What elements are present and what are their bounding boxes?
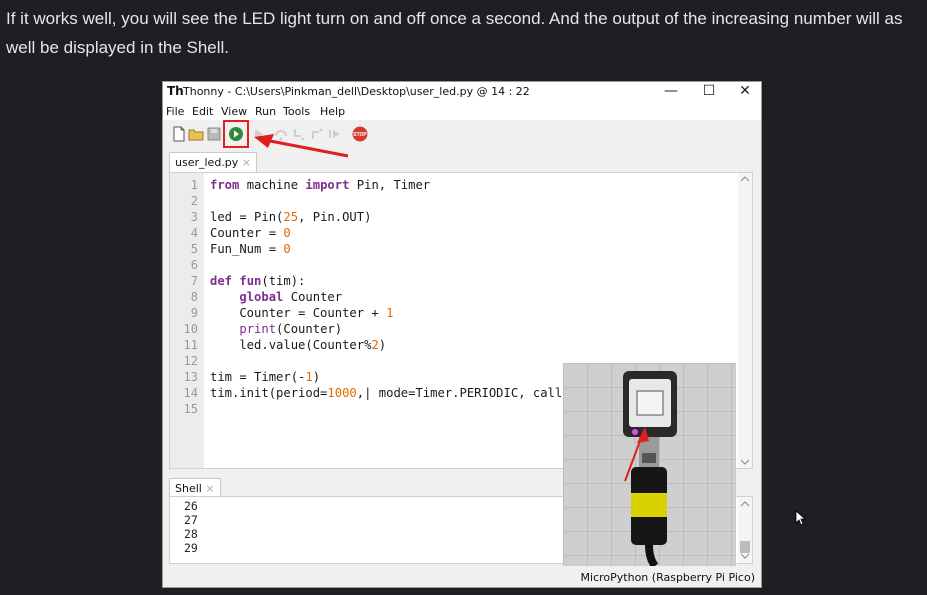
code-line: led.value(Counter%2) <box>210 338 387 352</box>
line-number: 7 <box>190 274 198 288</box>
window-title: Thonny - C:\Users\Pinkman_dell\Desktop\u… <box>183 85 530 98</box>
thonny-app-icon: Th <box>167 84 184 98</box>
menu-edit[interactable]: Edit <box>192 105 213 118</box>
mouse-cursor-icon <box>795 510 807 526</box>
code-line: tim.init(period=1000,| mode=Timer.PERIOD… <box>210 386 577 400</box>
maximize-button[interactable]: ☐ <box>691 82 727 102</box>
code-line: print(Counter) <box>239 322 343 336</box>
line-number: 12 <box>183 354 198 368</box>
code-line: def fun(tim): <box>210 274 306 288</box>
close-button[interactable]: ✕ <box>727 82 763 102</box>
menu-run[interactable]: Run <box>255 105 276 118</box>
code-line: Fun_Num = 0 <box>210 242 291 256</box>
line-number: 10 <box>183 322 198 336</box>
line-number: 6 <box>190 258 198 272</box>
shell-output-line: 26 <box>184 499 198 513</box>
scroll-down-icon[interactable] <box>740 458 750 466</box>
code-line: Counter = 0 <box>210 226 291 240</box>
line-number: 5 <box>190 242 198 256</box>
article-paragraph: If it works well, you will see the LED l… <box>6 9 903 57</box>
code-line: led = Pin(25, Pin.OUT) <box>210 210 372 224</box>
save-icon[interactable] <box>206 126 222 142</box>
scroll-up-icon[interactable] <box>740 500 750 508</box>
code-line: Counter = Counter + 1 <box>210 306 394 320</box>
code-line: global Counter <box>239 290 343 304</box>
minimize-button[interactable]: — <box>653 82 689 102</box>
shell-output-line: 27 <box>184 513 198 527</box>
line-number: 9 <box>190 306 198 320</box>
code-line: from machine import Pin, Timer <box>210 178 431 192</box>
menu-view[interactable]: View <box>221 105 247 118</box>
title-bar: Th Thonny - C:\Users\Pinkman_dell\Deskto… <box>163 82 761 102</box>
code-line: tim = Timer(-1) <box>210 370 321 384</box>
open-file-icon[interactable] <box>188 126 204 142</box>
interpreter-status[interactable]: MicroPython (Raspberry Pi Pico) <box>581 571 755 584</box>
line-number: 14 <box>183 386 198 400</box>
menu-file[interactable]: File <box>166 105 184 118</box>
scroll-up-icon[interactable] <box>740 175 750 183</box>
menu-tools[interactable]: Tools <box>283 105 310 118</box>
shell-output-line: 29 <box>184 541 198 555</box>
annotation-arrow-icon <box>254 134 349 158</box>
tab-label: user_led.py <box>175 156 239 169</box>
editor-scrollbar[interactable] <box>738 173 752 468</box>
shell-scrollbar[interactable] <box>738 497 752 563</box>
line-number: 2 <box>190 194 198 208</box>
xiao-board-image <box>623 371 677 566</box>
line-number: 1 <box>190 178 198 192</box>
menu-help[interactable]: Help <box>320 105 345 118</box>
line-number-gutter: 1 2 3 4 5 6 7 8 9 10 11 12 13 14 15 <box>170 173 204 468</box>
scroll-down-icon[interactable] <box>740 552 750 560</box>
line-number: 15 <box>183 402 198 416</box>
line-number: 11 <box>183 338 198 352</box>
line-number: 8 <box>190 290 198 304</box>
board-photo <box>563 363 736 566</box>
shell-output-line: 28 <box>184 527 198 541</box>
shell-tab-close-icon[interactable]: × <box>205 482 214 495</box>
line-number: 4 <box>190 226 198 240</box>
line-number: 13 <box>183 370 198 384</box>
menu-bar: File Edit View Run Tools Help <box>163 102 761 120</box>
line-number: 3 <box>190 210 198 224</box>
shell-tab-label: Shell <box>175 482 202 495</box>
new-file-icon[interactable] <box>171 126 187 142</box>
